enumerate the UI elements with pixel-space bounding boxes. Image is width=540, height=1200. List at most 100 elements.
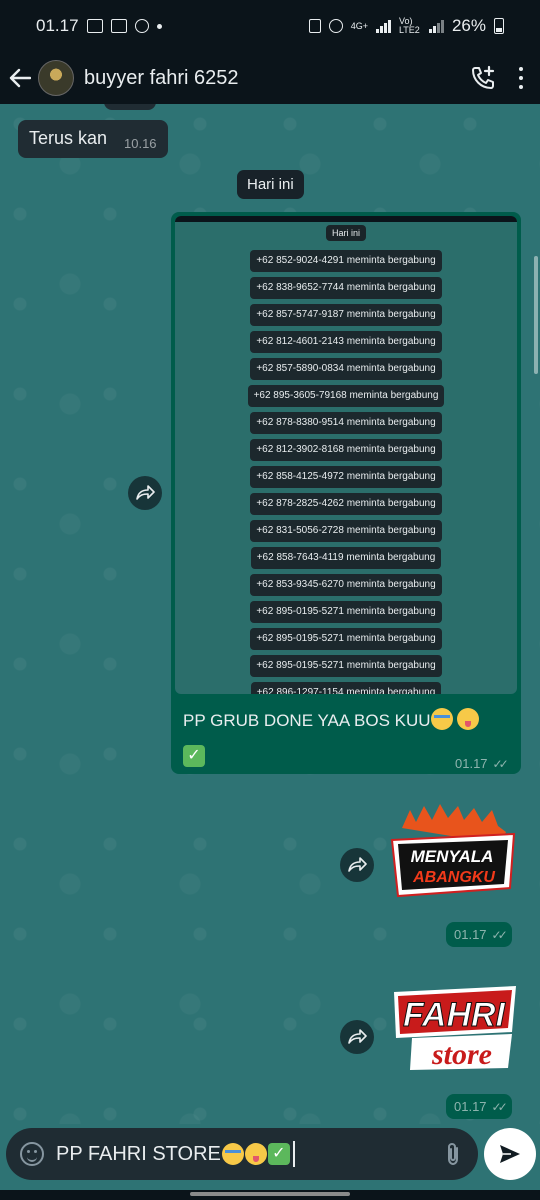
input-value: PP FAHRI STORE [56, 1142, 221, 1165]
join-request-text: +62 895-0195-5271 meminta bergabung [250, 655, 442, 677]
incoming-message[interactable]: Terus kan 10.16 [18, 120, 168, 158]
message-text: Terus kan [29, 128, 108, 148]
join-request-row: +62 878-8380-9514 meminta bergabung [175, 412, 517, 434]
sticker-text-1: MENYALA [411, 847, 494, 866]
join-request-row: +62 895-0195-5271 meminta bergabung [175, 601, 517, 623]
double-check-icon: ✓✓ [491, 927, 508, 942]
chat-header: buyyer fahri 6252 [0, 52, 540, 104]
send-icon [500, 1145, 520, 1163]
date-chip: Hari ini [237, 170, 304, 199]
scrollbar[interactable] [534, 256, 538, 374]
join-request-text: +62 896-1297-1154 meminta bergabung [250, 682, 442, 694]
signal-icon [375, 19, 391, 33]
join-request-row: +62 895-0195-5271 meminta bergabung [175, 655, 517, 677]
join-request-row: +62 852-9024-4291 meminta bergabung [175, 250, 517, 272]
join-request-text: +62 857-5890-0834 meminta bergabung [250, 358, 442, 380]
join-request-row: +62 858-7643-4119 meminta bergabung [175, 547, 517, 569]
double-check-icon: ✓✓ [491, 1099, 508, 1114]
sticker-text-1: FAHRI [403, 996, 507, 1034]
message-input-box[interactable]: PP FAHRI STORE ✓ [6, 1128, 478, 1180]
screenshot-image[interactable]: Hari ini +62 852-9024-4291 meminta berga… [175, 216, 517, 694]
send-button[interactable] [484, 1128, 536, 1180]
dnd-icon [134, 19, 149, 33]
sticker-text-2: store [431, 1038, 492, 1071]
outgoing-image-message[interactable]: Hari ini +62 852-9024-4291 meminta berga… [171, 212, 521, 774]
double-check-icon: ✓✓ [492, 756, 509, 771]
sticker-meta: 01.17 ✓✓ [446, 922, 512, 947]
join-request-text: +62 853-9345-6270 meminta bergabung [250, 574, 442, 596]
join-request-row: +62 878-2825-4262 meminta bergabung [175, 493, 517, 515]
star-struck-emoji-icon [430, 708, 453, 730]
screenshot-header [175, 216, 517, 222]
sticker-menyala-graphic: MENYALA ABANGKU [390, 804, 516, 898]
join-request-text: +62 812-3902-8168 meminta bergabung [250, 439, 442, 461]
screenshot-icon [110, 19, 127, 33]
join-request-text: +62 878-2825-4262 meminta bergabung [250, 493, 442, 515]
chat-area[interactable]: Terus kan 10.16 Hari ini Hari ini +62 85… [0, 104, 540, 1124]
join-request-text: +62 857-5747-9187 meminta bergabung [250, 304, 442, 326]
join-request-text: +62 831-5056-2728 meminta bergabung [250, 520, 442, 542]
join-request-text: +62 878-8380-9514 meminta bergabung [250, 412, 442, 434]
back-arrow-icon[interactable] [8, 66, 32, 90]
join-request-text: +62 812-4601-2143 meminta bergabung [250, 331, 442, 353]
join-request-row: +62 831-5056-2728 meminta bergabung [175, 520, 517, 542]
join-request-row: +62 838-9652-7744 meminta bergabung [175, 277, 517, 299]
message-input[interactable]: PP FAHRI STORE ✓ [56, 1141, 442, 1167]
lock-icon [308, 19, 321, 33]
join-request-row: +62 857-5890-0834 meminta bergabung [175, 358, 517, 380]
join-request-text: +62 852-9024-4291 meminta bergabung [250, 250, 442, 272]
forward-icon[interactable] [340, 1020, 374, 1054]
join-request-row: +62 812-4601-2143 meminta bergabung [175, 331, 517, 353]
partial-message [104, 104, 156, 110]
join-request-row: +62 895-3605-79168 meminta bergabung [175, 385, 517, 407]
join-request-text: +62 895-3605-79168 meminta bergabung [247, 385, 445, 407]
home-handle[interactable] [190, 1192, 350, 1196]
message-time: 01.17 [454, 1099, 487, 1114]
signal-2-icon [428, 19, 444, 33]
join-request-row: +62 895-0195-5271 meminta bergabung [175, 628, 517, 650]
message-time: 10.16 [124, 136, 157, 151]
join-request-row: +62 896-1297-1154 meminta bergabung [175, 682, 517, 694]
notification-dot-icon [156, 23, 162, 29]
contact-name[interactable]: buyyer fahri 6252 [84, 67, 470, 90]
network-type: 4G+ [350, 20, 368, 31]
status-left: 01.17 [36, 16, 162, 36]
status-right: 4G+ Vo) LTE2 26% [308, 16, 504, 36]
call-add-icon[interactable] [470, 65, 496, 91]
text-cursor [292, 1141, 295, 1167]
more-vert-icon[interactable] [518, 67, 524, 89]
attach-icon[interactable] [442, 1141, 464, 1167]
status-bar: 01.17 4G+ Vo) LTE2 26% [0, 0, 540, 52]
join-request-text: +62 895-0195-5271 meminta bergabung [250, 601, 442, 623]
forward-icon[interactable] [340, 848, 374, 882]
message-time: 01.17 [455, 756, 488, 771]
forward-icon[interactable] [128, 476, 162, 510]
join-request-text: +62 858-4125-4972 meminta bergabung [250, 466, 442, 488]
join-request-text: +62 838-9652-7744 meminta bergabung [250, 277, 442, 299]
sticker-fahri-store[interactable]: FAHRI store [388, 982, 520, 1072]
avatar[interactable] [38, 60, 74, 96]
status-time: 01.17 [36, 16, 79, 35]
check-mark-emoji-icon: ✓ [183, 745, 205, 767]
sticker-meta: 01.17 ✓✓ [446, 1094, 512, 1119]
join-request-text: +62 895-0195-5271 meminta bergabung [250, 628, 442, 650]
sticker-menyala[interactable]: MENYALA ABANGKU [388, 804, 520, 900]
message-meta: 01.17 ✓✓ [455, 756, 509, 771]
gallery-icon [86, 19, 103, 33]
volte-label: Vo) LTE2 [398, 16, 420, 35]
compose-bar: PP FAHRI STORE ✓ [0, 1124, 540, 1190]
screenshot-date-chip: Hari ini [326, 225, 367, 241]
sticker-fahri-store-graphic: FAHRI store [394, 986, 516, 1071]
join-request-row: +62 858-4125-4972 meminta bergabung [175, 466, 517, 488]
battery-icon [494, 18, 504, 34]
star-struck-emoji-icon [221, 1143, 244, 1165]
join-request-row: +62 853-9345-6270 meminta bergabung [175, 574, 517, 596]
join-request-row: +62 857-5747-9187 meminta bergabung [175, 304, 517, 326]
zany-face-emoji-icon [244, 1143, 267, 1165]
battery-percent: 26% [451, 16, 486, 35]
alarm-icon [328, 19, 343, 33]
emoji-icon[interactable] [20, 1142, 44, 1166]
caption-text: PP GRUB DONE YAA BOS KUU [183, 711, 431, 730]
join-request-row: +62 812-3902-8168 meminta bergabung [175, 439, 517, 461]
join-request-text: +62 858-7643-4119 meminta bergabung [250, 547, 442, 569]
